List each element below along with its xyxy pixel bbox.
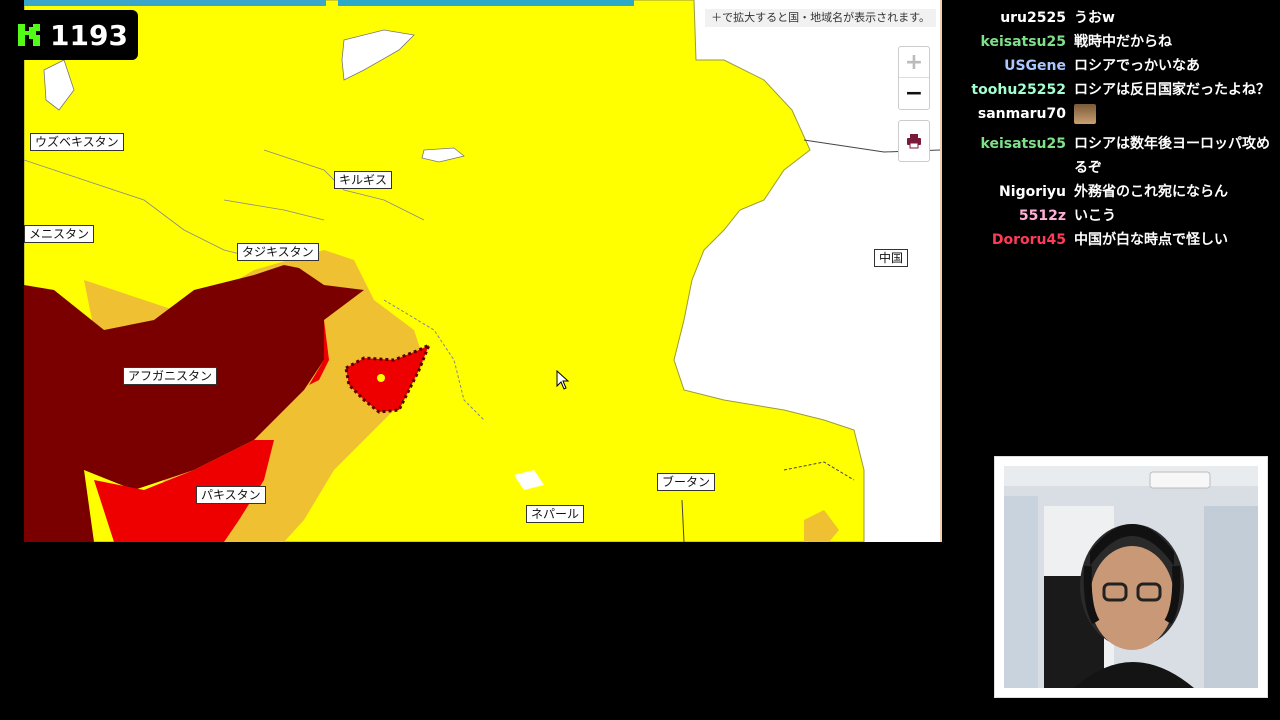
chat-message: uru2525 うおw (952, 6, 1280, 30)
chat-text: 中国が白な時点で怪しい (1074, 232, 1228, 248)
risk-map[interactable]: ＋で拡大すると国・地域名が表示されます。 + − ウズベキスタン キルギス メニ… (24, 0, 942, 542)
country-label-turkmenistan[interactable]: メニスタン (24, 225, 95, 243)
chat-username[interactable]: keisatsu25 (952, 30, 1074, 54)
zoom-in-button[interactable]: + (899, 47, 929, 78)
chat-message: toohu25252 ロシアは反日国家だったよね？ (952, 78, 1280, 102)
chat-username[interactable]: Nigoriyu (952, 180, 1074, 204)
map-canvas[interactable] (24, 0, 940, 542)
k-logo-icon (18, 24, 40, 46)
chat-message: keisatsu25 ロシアは数年後ヨーロッパ攻めるぞ (952, 132, 1280, 180)
chat-username[interactable]: Dororu45 (952, 228, 1074, 252)
mouse-cursor-icon (556, 370, 570, 390)
chat-text: 外務省のこれ宛にならん (1074, 184, 1228, 200)
chat-message: keisatsu25 戦時中だからね (952, 30, 1280, 54)
chat-text: ロシアは反日国家だったよね？ (1074, 82, 1270, 98)
print-button[interactable] (898, 120, 930, 162)
printer-icon (907, 134, 921, 149)
country-label-uzbekistan[interactable]: ウズベキスタン (30, 133, 124, 151)
map-zoom-hint: ＋で拡大すると国・地域名が表示されます。 (705, 9, 936, 27)
country-label-tajikistan[interactable]: タジキスタン (237, 243, 319, 261)
country-label-pakistan[interactable]: パキスタン (196, 486, 266, 504)
chat-message: sanmaru70 (952, 102, 1280, 132)
chat-username[interactable]: 5512z (952, 204, 1074, 228)
country-label-afghanistan[interactable]: アフガニスタン (123, 367, 218, 385)
chat-message: 5512z いこう (952, 204, 1280, 228)
country-label-china[interactable]: 中国 (874, 249, 909, 267)
chat-text: うおw (1074, 10, 1115, 26)
browser-tab-strip-left (24, 0, 326, 6)
viewer-counter: 1193 (10, 10, 138, 60)
chat-message: Dororu45 中国が白な時点で怪しい (952, 228, 1280, 252)
browser-tab-strip-right (338, 0, 634, 6)
viewer-count: 1193 (50, 18, 128, 52)
chat-text: 戦時中だからね (1074, 34, 1172, 50)
chat-username[interactable]: keisatsu25 (952, 132, 1074, 180)
chat-panel: uru2525 うおw keisatsu25 戦時中だからね USGene ロシ… (952, 6, 1280, 252)
chat-text (1074, 102, 1274, 132)
country-label-nepal[interactable]: ネパール (526, 505, 585, 523)
chat-message: USGene ロシアでっかいなあ (952, 54, 1280, 78)
chat-text: ロシアでっかいなあ (1074, 58, 1200, 74)
webcam-person-image (1004, 466, 1258, 688)
zoom-control: + − (898, 46, 930, 110)
zoom-out-button[interactable]: − (899, 78, 929, 108)
chat-username[interactable]: USGene (952, 54, 1074, 78)
chat-username[interactable]: sanmaru70 (952, 102, 1074, 132)
webcam-frame (994, 456, 1268, 698)
webcam-feed (1004, 466, 1258, 688)
chat-text: ロシアは数年後ヨーロッパ攻めるぞ (1074, 136, 1270, 176)
chat-text: いこう (1074, 208, 1116, 224)
chat-message: Nigoriyu 外務省のこれ宛にならん (952, 180, 1280, 204)
country-label-kyrgyzstan[interactable]: キルギス (334, 171, 393, 189)
emote-image-icon (1074, 104, 1096, 124)
chat-username[interactable]: uru2525 (952, 6, 1074, 30)
chat-username[interactable]: toohu25252 (952, 78, 1074, 102)
country-label-bhutan[interactable]: ブータン (657, 473, 716, 491)
